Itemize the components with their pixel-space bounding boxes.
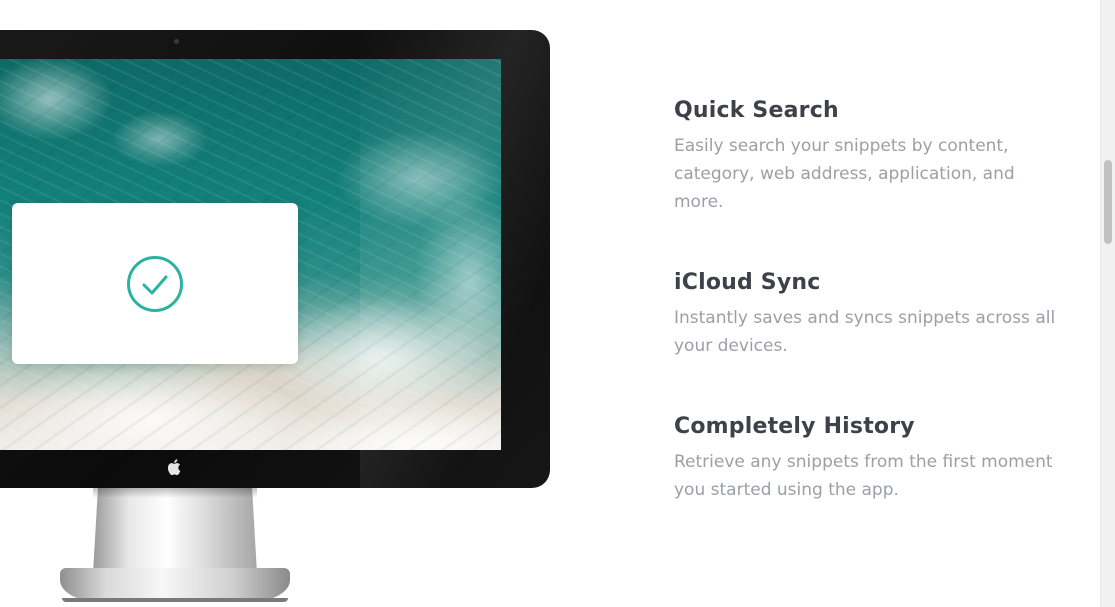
- stand-shadow: [93, 488, 257, 498]
- success-card: [12, 203, 298, 364]
- vertical-scrollbar[interactable]: [1100, 0, 1115, 607]
- monitor-base: [60, 568, 290, 602]
- scrollbar-thumb[interactable]: [1104, 160, 1112, 244]
- camera-dot: [174, 39, 179, 44]
- monitor-illustration: [0, 30, 550, 488]
- page: Quick Search Easily search your snippets…: [0, 0, 1115, 607]
- checkmark-circle-icon: [127, 256, 183, 312]
- feature-quick-search: Quick Search Easily search your snippets…: [674, 94, 1064, 216]
- feature-description: Instantly saves and syncs snippets acros…: [674, 308, 1056, 356]
- feature-description: Easily search your snippets by content, …: [674, 136, 1015, 212]
- feature-title: Quick Search: [674, 98, 839, 123]
- monitor-base-edge: [62, 598, 288, 602]
- feature-completely-history: Completely History Retrieve any snippets…: [674, 410, 1064, 504]
- feature-icloud-sync: iCloud Sync Instantly saves and syncs sn…: [674, 266, 1064, 360]
- feature-title: Completely History: [674, 414, 915, 439]
- monitor-screen: [0, 59, 501, 450]
- apple-logo-icon: [167, 459, 181, 475]
- feature-title: iCloud Sync: [674, 270, 821, 295]
- monitor-stand: [93, 488, 257, 574]
- feature-description: Retrieve any snippets from the first mom…: [674, 452, 1053, 500]
